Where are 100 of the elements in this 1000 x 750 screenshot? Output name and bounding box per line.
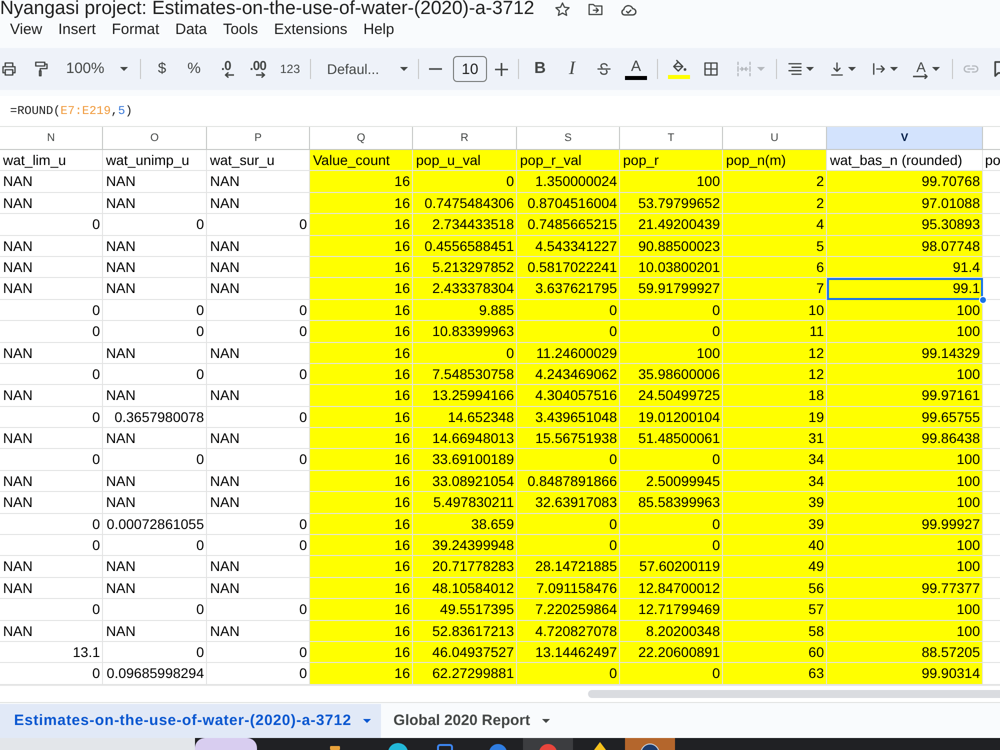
table-cell[interactable]: 5 [723, 236, 827, 257]
table-cell[interactable]: 46.04937527 [413, 642, 517, 664]
table-cell[interactable]: 99.99927 [827, 514, 983, 536]
table-cell[interactable]: 22.20600891 [620, 642, 723, 664]
table-cell[interactable]: 16 [310, 171, 413, 193]
app-icon[interactable] [523, 738, 573, 750]
table-cell[interactable]: 3.439651048 [517, 406, 620, 428]
italic-button[interactable]: I [558, 55, 586, 83]
table-cell[interactable]: 12 [723, 342, 827, 364]
table-cell[interactable]: 35.98600006 [620, 364, 723, 386]
table-cell[interactable]: 7.091158476 [517, 578, 620, 600]
table-cell[interactable]: 16 [310, 599, 413, 621]
table-cell[interactable]: 16 [310, 492, 413, 514]
menu-item[interactable]: Tools [214, 20, 266, 40]
table-cell[interactable]: NAN [0, 236, 103, 257]
table-cell[interactable]: 16 [310, 278, 413, 300]
table-cell[interactable]: NAN [103, 428, 207, 450]
table-cell[interactable]: 0 [103, 300, 207, 322]
table-cell[interactable]: 10 [723, 300, 827, 322]
table-cell[interactable]: 63 [723, 663, 827, 685]
app-icon[interactable] [625, 738, 675, 750]
table-cell[interactable]: 97.01088 [827, 192, 983, 214]
table-cell[interactable]: 39 [723, 492, 827, 514]
increase-decimal-button[interactable]: .00 [244, 55, 272, 83]
menu-item[interactable]: View [2, 20, 50, 40]
table-cell[interactable]: 16 [310, 406, 413, 428]
text-rotation-button[interactable]: A [910, 55, 948, 83]
table-cell[interactable]: 0 [207, 364, 310, 386]
column-header[interactable]: S [517, 127, 620, 150]
table-cell[interactable]: 99.86438 [827, 428, 983, 450]
table-cell[interactable]: 0 [620, 449, 723, 471]
table-cell[interactable]: 0 [103, 642, 207, 664]
table-cell[interactable]: 0 [0, 514, 103, 536]
table-cell[interactable]: 7.220259864 [517, 599, 620, 621]
table-cell[interactable]: NAN [0, 192, 103, 214]
app-icon[interactable] [330, 746, 340, 750]
table-cell[interactable]: NAN [207, 556, 310, 578]
table-cell[interactable]: 7.548530758 [413, 364, 517, 386]
table-cell[interactable]: 0.5817022241 [517, 256, 620, 278]
table-cell[interactable]: 99.70768 [827, 171, 983, 193]
table-cell[interactable]: 57.60200119 [620, 556, 723, 578]
table-cell[interactable]: 10.83399963 [413, 321, 517, 343]
table-cell[interactable]: 99.77377 [827, 578, 983, 600]
table-cell[interactable]: NAN [103, 171, 207, 193]
table-cell[interactable]: 0.8704516004 [517, 192, 620, 214]
table-cell[interactable]: 16 [310, 256, 413, 278]
table-cell[interactable]: 2.734433518 [413, 214, 517, 236]
table-cell[interactable]: 0 [103, 535, 207, 556]
table-cell[interactable]: NAN [0, 492, 103, 514]
table-cell[interactable]: 16 [310, 535, 413, 556]
table-cell[interactable]: 0 [207, 514, 310, 536]
table-cell[interactable]: 38.659 [413, 514, 517, 536]
table-cell[interactable]: 13.1 [0, 642, 103, 664]
sheet-tab[interactable]: Global 2020 Report [381, 704, 560, 738]
table-cell[interactable]: NAN [207, 470, 310, 492]
table-cell[interactable]: NAN [207, 171, 310, 193]
table-cell[interactable]: 16 [310, 556, 413, 578]
table-cell[interactable]: NAN [207, 578, 310, 600]
table-cell[interactable]: 99.65755 [827, 406, 983, 428]
table-cell[interactable]: 99.97161 [827, 385, 983, 407]
table-cell[interactable]: 8.20200348 [620, 620, 723, 642]
column-header[interactable]: V [827, 127, 983, 150]
table-cell[interactable]: NAN [0, 620, 103, 642]
table-cell[interactable]: 33.08921054 [413, 470, 517, 492]
bold-button[interactable]: B [526, 55, 554, 83]
table-cell[interactable]: 15.56751938 [517, 428, 620, 450]
table-cell[interactable]: 16 [310, 449, 413, 471]
sheet-tab[interactable]: Estimates-on-the-use-of-water-(2020)-a-3712 [0, 704, 382, 738]
table-cell[interactable]: NAN [103, 578, 207, 600]
table-cell[interactable]: 0 [207, 321, 310, 343]
table-cell[interactable]: 0 [0, 663, 103, 685]
table-cell[interactable]: 48.10584012 [413, 578, 517, 600]
table-cell[interactable]: NAN [103, 492, 207, 514]
table-cell[interactable]: 100 [620, 342, 723, 364]
table-cell[interactable]: NAN [207, 428, 310, 450]
table-cell[interactable]: NAN [207, 192, 310, 214]
table-cell[interactable]: 100 [827, 470, 983, 492]
table-cell[interactable]: 6 [723, 256, 827, 278]
table-cell[interactable]: 14.66948013 [413, 428, 517, 450]
table-cell[interactable]: 16 [310, 514, 413, 536]
table-cell[interactable]: 0 [0, 449, 103, 471]
column-header[interactable]: R [413, 127, 517, 150]
table-cell[interactable]: 16 [310, 364, 413, 386]
table-cell[interactable]: 98.07748 [827, 236, 983, 257]
table-cell[interactable]: 34 [723, 449, 827, 471]
table-cell[interactable]: 0 [103, 599, 207, 621]
table-cell[interactable]: 0 [620, 321, 723, 343]
app-icon[interactable] [388, 742, 408, 750]
table-cell[interactable]: 28.14721885 [517, 556, 620, 578]
table-cell[interactable]: 0 [620, 514, 723, 536]
table-cell[interactable]: NAN [0, 428, 103, 450]
table-cell[interactable]: NAN [103, 256, 207, 278]
table-cell[interactable]: 0 [517, 449, 620, 471]
table-cell[interactable]: NAN [0, 556, 103, 578]
table-cell[interactable]: 51.48500061 [620, 428, 723, 450]
table-cell[interactable]: 0 [0, 321, 103, 343]
table-cell[interactable]: 0 [413, 342, 517, 364]
table-cell[interactable]: 59.91799927 [620, 278, 723, 300]
app-icon[interactable] [593, 742, 607, 750]
table-cell[interactable]: NAN [207, 342, 310, 364]
